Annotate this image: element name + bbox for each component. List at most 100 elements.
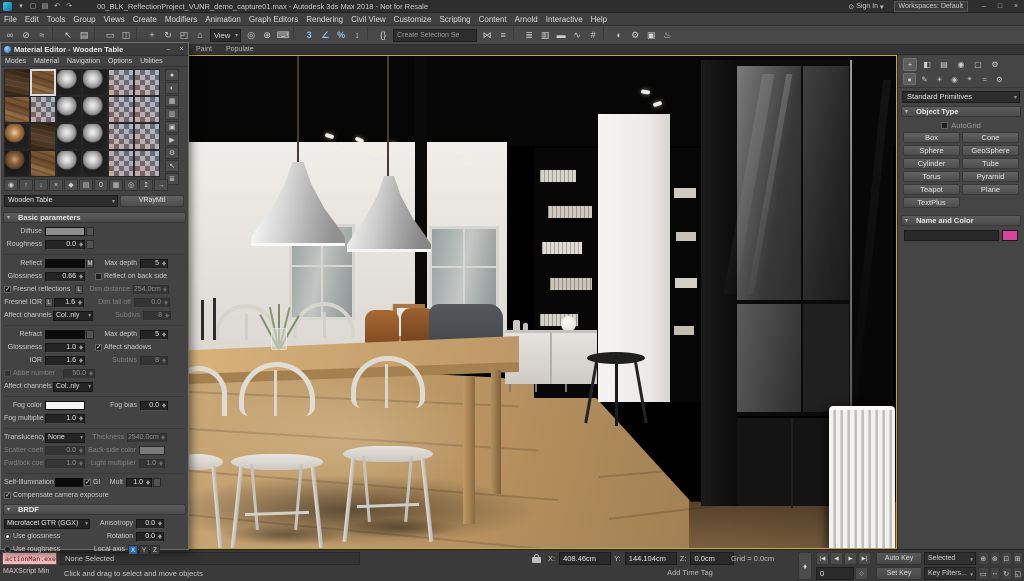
refract-ior-field[interactable]: 1.6 <box>45 356 85 366</box>
menu-item[interactable]: Arnold <box>511 13 542 25</box>
menu-item[interactable]: Scripting <box>435 13 474 25</box>
workspaces-dropdown[interactable]: Workspaces: Default <box>894 1 968 12</box>
menu-item[interactable]: Modifiers <box>161 13 201 25</box>
geosphere-button[interactable]: GeoSphere <box>962 145 1019 156</box>
rendered-frame-icon[interactable]: ▣ <box>643 27 659 44</box>
dim-distance-field[interactable]: 254.0cm <box>133 285 169 295</box>
key-filters-button[interactable]: Key Filters... <box>924 567 976 580</box>
material-slot[interactable] <box>82 69 108 96</box>
get-material-icon[interactable]: ◉ <box>4 179 18 191</box>
brdf-rollout[interactable]: BRDF <box>3 504 186 515</box>
maximize-button[interactable]: □ <box>992 1 1008 13</box>
gi-checkbox[interactable]: GI <box>84 479 106 486</box>
minimize-button[interactable]: – <box>976 1 992 13</box>
material-editor-menu-item[interactable]: Utilities <box>136 56 167 66</box>
zoom-all-icon[interactable]: ⊛ <box>990 552 1001 565</box>
app-menu-caret-icon[interactable]: ▾ <box>15 1 27 12</box>
go-to-end-button[interactable]: ▶| <box>858 552 871 565</box>
cylinder-button[interactable]: Cylinder <box>903 158 960 169</box>
align-icon[interactable]: ≡ <box>495 27 511 44</box>
reflect-color-swatch[interactable] <box>45 259 85 268</box>
unlink-selection-icon[interactable]: ⊘ <box>18 27 34 44</box>
material-slot[interactable] <box>30 123 56 150</box>
dim-falloff-field[interactable]: 0.0 <box>134 298 170 308</box>
redo-icon[interactable]: ↷ <box>63 1 75 12</box>
material-slot[interactable] <box>4 69 30 96</box>
set-key-button[interactable]: Set Key <box>876 567 922 580</box>
assign-to-selection-icon[interactable]: ↓ <box>34 179 48 191</box>
fog-multiplier-field[interactable]: 1.0 <box>45 414 85 424</box>
material-editor-menu-item[interactable]: Material <box>30 56 63 66</box>
app-logo-icon[interactable] <box>3 2 12 11</box>
fresnel-reflections-checkbox[interactable]: Fresnel reflections <box>4 286 74 293</box>
object-name-field[interactable] <box>904 230 999 241</box>
zoom-extents-icon[interactable]: ⊡ <box>1001 552 1012 565</box>
select-object-icon[interactable]: ↖ <box>60 27 76 44</box>
box-button[interactable]: Box <box>903 132 960 143</box>
undo-icon[interactable]: ↶ <box>51 1 63 12</box>
material-slot[interactable] <box>4 123 30 150</box>
make-preview-icon[interactable]: ▶ <box>165 134 179 146</box>
menu-item[interactable]: Graph Editors <box>245 13 302 25</box>
roughness-field[interactable]: 0.0 <box>45 240 85 250</box>
affect-shadows-checkbox[interactable]: Affect shadows <box>95 344 181 351</box>
ribbon-tab[interactable]: Paint <box>196 46 212 53</box>
show-end-result-icon[interactable]: ◎ <box>124 179 138 191</box>
ribbon-tab[interactable]: Populate <box>226 46 254 53</box>
reflect-map-button[interactable]: M <box>86 259 94 268</box>
rotation-field[interactable]: 0.0 <box>136 532 164 542</box>
material-slot[interactable] <box>108 150 134 177</box>
select-and-manipulate-icon[interactable]: ⊕ <box>259 27 275 44</box>
spinner-snap-icon[interactable]: ↕ <box>349 27 365 44</box>
menu-item[interactable]: Help <box>587 13 611 25</box>
reflect-subdivs-field[interactable]: 8 <box>143 311 171 321</box>
menu-item[interactable]: Customize <box>390 13 436 25</box>
material-slot[interactable] <box>82 123 108 150</box>
fwd-bck-coeff-field[interactable]: 1.0 <box>45 459 85 469</box>
perspective-viewport[interactable] <box>188 55 897 549</box>
material-slot[interactable] <box>4 150 30 177</box>
material-editor-icon[interactable]: ◐ <box>611 27 627 44</box>
diffuse-map-button[interactable] <box>86 227 94 236</box>
material-slot[interactable] <box>56 69 82 96</box>
select-and-link-icon[interactable]: ∞ <box>2 27 18 44</box>
menu-item[interactable]: Rendering <box>302 13 347 25</box>
reflect-affect-channels-dropdown[interactable]: Col..nly <box>53 311 93 321</box>
tube-button[interactable]: Tube <box>962 158 1019 169</box>
material-id-channel-icon[interactable]: 0 <box>94 179 108 191</box>
material-editor-titlebar[interactable]: Material Editor - Wooden Table – × <box>1 43 188 56</box>
cone-button[interactable]: Cone <box>962 132 1019 143</box>
backlight-icon[interactable]: ◐ <box>165 82 179 94</box>
menu-item[interactable]: File <box>0 13 21 25</box>
zoom-icon[interactable]: ⊕ <box>978 552 989 565</box>
reflect-backside-checkbox[interactable]: Reflect on back side <box>95 273 181 280</box>
render-production-icon[interactable]: ♨ <box>659 27 675 44</box>
shapes-category-icon[interactable]: ✎ <box>918 73 931 85</box>
add-time-tag-button[interactable]: Add Time Tag <box>640 568 740 577</box>
fresnel-ior-field[interactable]: 1.6 <box>54 298 84 308</box>
fresnel-ior-lock-button[interactable]: L <box>45 298 53 307</box>
angle-snap-icon[interactable]: ∠ <box>317 27 333 44</box>
zoom-extents-all-icon[interactable]: ⊞ <box>1013 552 1024 565</box>
thickness-field[interactable]: 2540.0cm <box>127 433 167 443</box>
motion-tab-icon[interactable]: ◉ <box>954 58 968 71</box>
teapot-button[interactable]: Teapot <box>903 184 960 195</box>
rectangular-selection-icon[interactable]: ▭ <box>102 27 118 44</box>
abbe-number-field[interactable]: 50.0 <box>63 369 95 379</box>
go-forward-sibling-icon[interactable]: → <box>154 179 168 191</box>
modify-tab-icon[interactable]: ◧ <box>920 58 934 71</box>
select-and-scale-icon[interactable]: ◰ <box>176 27 192 44</box>
material-slot[interactable] <box>56 150 82 177</box>
keyboard-override-icon[interactable]: ⌨ <box>275 27 291 44</box>
save-icon[interactable]: ▤ <box>39 1 51 12</box>
lights-category-icon[interactable]: ☀ <box>933 73 946 85</box>
go-to-parent-icon[interactable]: ↥ <box>139 179 153 191</box>
material-slot[interactable] <box>108 96 134 123</box>
fog-bias-field[interactable]: 0.0 <box>140 401 168 411</box>
refract-color-swatch[interactable] <box>45 330 85 339</box>
refract-subdivs-field[interactable]: 8 <box>140 356 168 366</box>
self-illumination-map-button[interactable] <box>153 478 161 487</box>
scatter-coeff-field[interactable]: 0.0 <box>45 446 85 456</box>
select-and-move-icon[interactable]: + <box>144 27 160 44</box>
use-pivot-center-icon[interactable]: ◎ <box>243 27 259 44</box>
